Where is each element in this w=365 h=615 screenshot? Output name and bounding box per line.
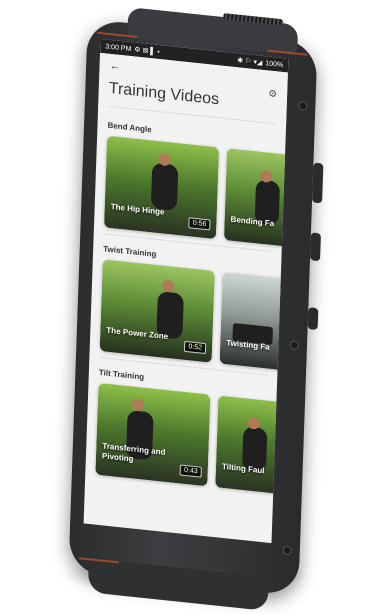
bottom-bumper (87, 558, 269, 612)
settings-gear-icon[interactable]: ⚙ (268, 89, 277, 101)
screw (282, 545, 292, 556)
video-carousel[interactable]: The Hip Hinge 0:56 Bending Fa (94, 135, 289, 248)
video-carousel[interactable]: The Power Zone 0:52 Twisting Fa (90, 258, 289, 371)
trainer-figure (150, 162, 179, 211)
phone-screen: 3:00 PM ⚙ ⊠ ▌ • ✱ ⚐ ▾◢ 100% ← ⚙ Training… (83, 38, 289, 544)
custom-button[interactable] (307, 307, 319, 331)
section-tilt-training: Tilt Training Transferring and Pivoting … (85, 367, 289, 495)
connectivity-icons: ✱ ⚐ ▾◢ (237, 57, 263, 67)
video-card[interactable]: The Hip Hinge 0:56 (103, 135, 220, 240)
duration-badge: 0:43 (179, 464, 202, 478)
notification-icons: ⚙ ⊠ ▌ • (134, 46, 160, 57)
volume-button[interactable] (312, 162, 324, 204)
section-bend-angle: Bend Angle The Hip Hinge 0:56 Bending Fa (94, 120, 289, 253)
power-button[interactable] (310, 232, 321, 262)
screw (289, 340, 300, 351)
status-time: 3:00 PM (105, 42, 132, 53)
product-photo: 3:00 PM ⚙ ⊠ ▌ • ✱ ⚐ ▾◢ 100% ← ⚙ Training… (0, 0, 365, 615)
duration-badge: 0:52 (184, 340, 207, 355)
video-card[interactable]: The Power Zone 0:52 (99, 259, 215, 363)
section-twist-training: Twist Training The Power Zone 0:52 Twist… (89, 243, 289, 376)
earpiece-speaker (223, 13, 284, 26)
video-card[interactable]: Bending Fa (223, 148, 289, 248)
screw (298, 100, 308, 111)
video-carousel[interactable]: Transferring and Pivoting 0:43 Tilting F… (85, 382, 289, 495)
battery-level: 100% (265, 59, 284, 69)
video-card[interactable]: Transferring and Pivoting 0:43 (95, 382, 211, 487)
duration-badge: 0:56 (188, 217, 211, 231)
